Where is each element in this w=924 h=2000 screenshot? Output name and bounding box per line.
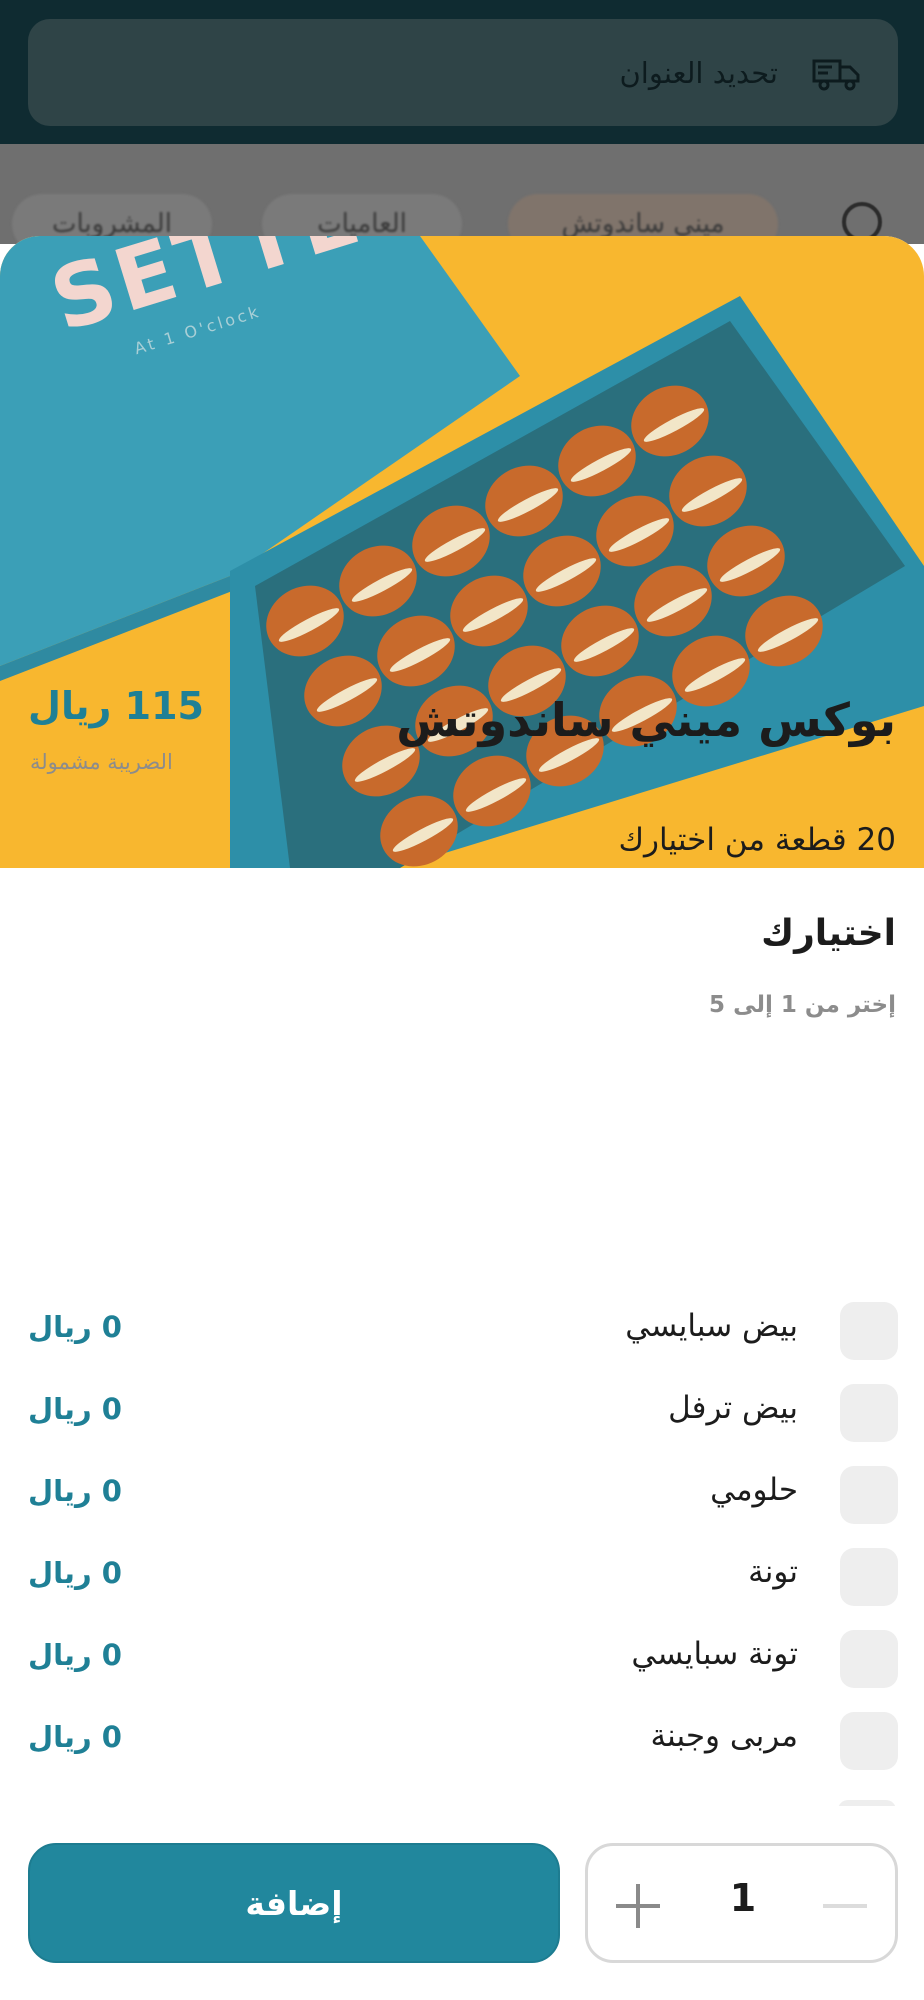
option-label: تونة [748, 1554, 798, 1590]
option-label: مربى وجبنة [650, 1718, 799, 1754]
quantity-value: 1 [729, 1876, 757, 1920]
product-price: 115 ريال [28, 684, 204, 728]
add-to-cart-button[interactable]: إضافة [28, 1843, 560, 1963]
delivery-truck-icon [812, 59, 860, 90]
option-checkbox[interactable] [840, 1466, 898, 1524]
option-price: 0 ريال [28, 1392, 122, 1426]
option-row[interactable]: تونة 0 ريال [28, 1548, 898, 1606]
option-checkbox[interactable] [840, 1548, 898, 1606]
option-price: 0 ريال [28, 1720, 122, 1754]
option-row[interactable]: بيض سبايسي 0 ريال [28, 1302, 898, 1360]
option-row[interactable]: تونة سبايسي 0 ريال [28, 1630, 898, 1688]
options-heading: اختيارك [761, 913, 896, 954]
option-price: 0 ريال [28, 1638, 122, 1672]
option-checkbox[interactable] [840, 1712, 898, 1770]
option-price: 0 ريال [28, 1474, 122, 1508]
category-bar: المشروبات العاميات ميني ساندوتش [0, 144, 924, 254]
quantity-stepper: 1 [585, 1843, 898, 1963]
option-row[interactable]: مربى وجبنة 0 ريال [28, 1712, 898, 1770]
option-price: 0 ريال [28, 1556, 122, 1590]
option-row[interactable]: حلومي 0 ريال [28, 1466, 898, 1524]
option-checkbox[interactable] [840, 1302, 898, 1360]
option-label: تونة سبايسي [631, 1636, 798, 1672]
option-label: حلومي [710, 1472, 798, 1508]
tax-note: الضريبة مشمولة [30, 750, 173, 774]
product-title: بوكس ميني ساندوتش [396, 693, 896, 747]
option-checkbox[interactable] [840, 1384, 898, 1442]
app-header: تحديد العنوان [0, 0, 924, 144]
plus-icon[interactable] [616, 1884, 660, 1928]
option-checkbox[interactable] [840, 1630, 898, 1688]
price-block: 115 ريال [28, 684, 204, 728]
option-label: بيض ترفل [668, 1390, 798, 1426]
options-hint: إختر من 1 إلى 5 [709, 992, 896, 1018]
minus-icon[interactable] [823, 1904, 867, 1908]
option-label: بيض سبايسي [625, 1308, 798, 1344]
address-selector[interactable]: تحديد العنوان [28, 19, 898, 126]
product-description: 20 قطعة من اختيارك [618, 822, 897, 858]
option-price: 0 ريال [28, 1310, 122, 1344]
option-row[interactable]: بيض ترفل 0 ريال [28, 1384, 898, 1442]
cart-bar: إضافة 1 [0, 1806, 924, 2000]
address-label: تحديد العنوان [619, 55, 779, 90]
